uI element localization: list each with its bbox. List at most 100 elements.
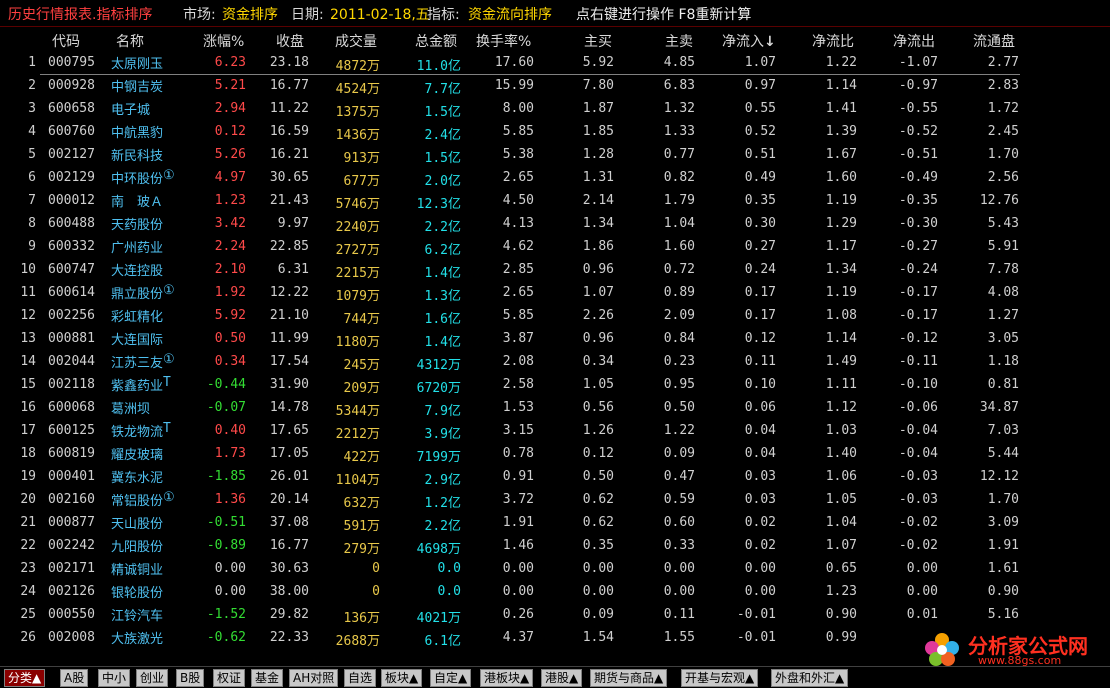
table-row[interactable]: 13 000881 大连国际 0.50 11.99 1180万 1.4亿 3.87 0.96 0.… [0, 328, 1110, 351]
table-row[interactable]: 1 000795 太原刚玉 6.23 23.18 4872万 11.0亿 17.60 5.92 4… [0, 52, 1110, 75]
tab-foreign-fx[interactable]: 外盘和外汇▲ [771, 669, 849, 687]
col-header-code[interactable]: 代码 [52, 31, 80, 51]
tab-b-shares[interactable]: B股 [176, 669, 205, 687]
stock-name: 江苏三友① [111, 352, 175, 371]
tab-sectors[interactable]: 板块▲ [381, 669, 423, 687]
tab-chinext[interactable]: 创业 [136, 669, 169, 687]
table-row[interactable]: 15 002118 紫鑫药业T -0.44 31.90 209万 6720万 2.58 1.05… [0, 374, 1110, 397]
table-row[interactable]: 9 600332 广州药业 2.24 22.85 2727万 6.2亿 4.62 1.86 1.6… [0, 236, 1110, 259]
stock-name-text: 银轮股份 [111, 586, 164, 601]
tab-hk-sectors[interactable]: 港板块▲ [480, 669, 534, 687]
stock-code: 002242 [48, 538, 95, 553]
sort-desc-icon: ↓ [764, 34, 776, 50]
col-header-net-inflow[interactable]: 净流入↓ [722, 31, 776, 51]
net-inflow-cell: 0.35 [744, 193, 776, 208]
col-header-close[interactable]: 收盘 [276, 31, 304, 51]
close-cell: 9.97 [277, 216, 309, 231]
table-row[interactable]: 25 000550 江铃汽车 -1.52 29.82 136万 4021万 0.26 0.09 0… [0, 604, 1110, 627]
col-header-net-outflow[interactable]: 净流出 [893, 31, 935, 51]
table-row[interactable]: 24 002126 银轮股份 0.00 38.00 0 0.0 0.00 0.00 0.00 0.0… [0, 581, 1110, 604]
float-cell: 12.12 [979, 469, 1019, 484]
table-row[interactable]: 6 002129 中环股份① 4.97 30.65 677万 2.0亿 2.65 1.31 0.8… [0, 167, 1110, 190]
main-buy-cell: 1.86 [582, 239, 614, 254]
close-cell: 17.54 [269, 354, 309, 369]
tab-futures[interactable]: 期货与商品▲ [590, 669, 668, 687]
stock-name-text: 太原刚玉 [111, 57, 164, 72]
table-row[interactable]: 5 002127 新民科技 5.26 16.21 913万 1.5亿 5.38 1.28 0.77… [0, 144, 1110, 167]
col-header-main-sell[interactable]: 主卖 [665, 31, 693, 51]
col-header-amount[interactable]: 总金额 [415, 31, 457, 51]
row-index: 18 [20, 446, 36, 461]
col-header-turnover[interactable]: 换手率% [476, 31, 531, 51]
tab-sme[interactable]: 中小 [98, 669, 131, 687]
table-row[interactable]: 12 002256 彩虹精化 5.92 21.10 744万 1.6亿 5.85 2.26 2.0… [0, 305, 1110, 328]
volume-cell-unit: 万 [366, 450, 380, 465]
net-inflow-cell: 0.97 [744, 78, 776, 93]
stock-name: 精诚铜业 [111, 559, 163, 578]
col-header-main-buy[interactable]: 主买 [584, 31, 612, 51]
table-row[interactable]: 18 600819 耀皮玻璃 1.73 17.05 422万 7199万 0.78 0.12 0.… [0, 443, 1110, 466]
float-cell: 1.70 [987, 147, 1019, 162]
turnover-cell: 5.85 [502, 308, 534, 323]
col-header-name[interactable]: 名称 [116, 31, 144, 51]
col-header-volume[interactable]: 成交量 [335, 31, 377, 51]
stock-code: 600125 [48, 423, 95, 438]
tab-category[interactable]: 分类▲ [4, 669, 46, 687]
table-row[interactable]: 3 600658 电子城 2.94 11.22 1375万 1.5亿 8.00 1.87 1.32… [0, 98, 1110, 121]
change-cell: 2.94 [214, 101, 246, 116]
volume-cell: 422万 [344, 446, 381, 465]
table-row[interactable]: 22 002242 九阳股份 -0.89 16.77 279万 4698万 1.46 0.35 0… [0, 535, 1110, 558]
close-cell: 22.33 [269, 630, 309, 645]
amount-cell-value: 7199 [416, 450, 448, 465]
stock-name-text: 电子城 [111, 103, 151, 118]
table-row[interactable]: 17 600125 铁龙物流T 0.40 17.65 2212万 3.9亿 3.15 1.26 1… [0, 420, 1110, 443]
turnover-cell: 8.00 [502, 101, 534, 116]
table-row[interactable]: 23 002171 精诚铜业 0.00 30.63 0 0.0 0.00 0.00 0.00 0.0… [0, 558, 1110, 581]
col-header-change[interactable]: 涨幅% [203, 31, 244, 51]
stock-code: 002118 [48, 377, 95, 392]
table-row[interactable]: 19 000401 冀东水泥 -1.85 26.01 1104万 2.9亿 0.91 0.50 0… [0, 466, 1110, 489]
row-index: 7 [28, 193, 36, 208]
stock-name: 耀皮玻璃 [111, 444, 163, 463]
main-buy-cell: 1.87 [582, 101, 614, 116]
tab-warrants[interactable]: 权证 [213, 669, 246, 687]
table-row[interactable]: 21 000877 天山股份 -0.51 37.08 591万 2.2亿 1.91 0.62 0.… [0, 512, 1110, 535]
float-cell: 2.77 [987, 55, 1019, 70]
main-buy-cell: 0.56 [582, 400, 614, 415]
volume-cell-value: 591 [343, 519, 367, 534]
net-inflow-cell: 0.55 [744, 101, 776, 116]
tab-watchlist[interactable]: 自选 [344, 669, 377, 687]
table-row[interactable]: 2 000928 中钢吉炭 5.21 16.77 4524万 7.7亿 15.99 7.80 6.… [0, 75, 1110, 98]
table-row[interactable]: 4 600760 中航黑豹 0.12 16.59 1436万 2.4亿 5.85 1.85 1.3… [0, 121, 1110, 144]
volume-cell-unit: 万 [366, 496, 380, 511]
stock-code: 002008 [48, 630, 95, 645]
row-index: 25 [20, 607, 36, 622]
net-ratio-cell: 1.60 [825, 170, 857, 185]
tab-funds[interactable]: 基金 [251, 669, 284, 687]
main-sell-cell: 1.33 [663, 124, 695, 139]
turnover-cell: 2.08 [502, 354, 534, 369]
main-buy-cell: 1.85 [582, 124, 614, 139]
stock-mark-icon: ① [163, 352, 175, 367]
col-header-float[interactable]: 流通盘 [973, 31, 1015, 51]
table-row[interactable]: 14 002044 江苏三友① 0.34 17.54 245万 4312万 2.08 0.34 0… [0, 351, 1110, 374]
table-row[interactable]: 20 002160 常铝股份① 1.36 20.14 632万 1.2亿 3.72 0.62 0.… [0, 489, 1110, 512]
col-header-net-ratio[interactable]: 净流比 [812, 31, 854, 51]
table-row[interactable]: 11 600614 鼎立股份① 1.92 12.22 1079万 1.3亿 2.65 1.07 0… [0, 282, 1110, 305]
tab-funds-macro[interactable]: 开基与宏观▲ [681, 669, 759, 687]
amount-cell-value: 2.9 [424, 473, 448, 488]
net-ratio-cell: 0.65 [825, 561, 857, 576]
change-cell: -1.85 [206, 469, 246, 484]
tab-a-shares[interactable]: A股 [60, 669, 89, 687]
tab-custom[interactable]: 自定▲ [430, 669, 472, 687]
tab-ah-compare[interactable]: AH对照 [289, 669, 339, 687]
table-row[interactable]: 16 600068 葛洲坝 -0.07 14.78 5344万 7.9亿 1.53 0.56 0.… [0, 397, 1110, 420]
tab-hk-stocks[interactable]: 港股▲ [541, 669, 583, 687]
net-ratio-cell: 1.19 [825, 193, 857, 208]
table-row[interactable]: 7 000012 南 玻Ａ 1.23 21.43 5746万 12.3亿 4.50 2.14 1.… [0, 190, 1110, 213]
net-ratio-cell: 1.19 [825, 285, 857, 300]
table-row[interactable]: 8 600488 天药股份 3.42 9.97 2240万 2.2亿 4.13 1.34 1.04… [0, 213, 1110, 236]
table-row[interactable]: 10 600747 大连控股 2.10 6.31 2215万 1.4亿 2.85 0.96 0.7… [0, 259, 1110, 282]
volume-cell: 591万 [344, 515, 381, 534]
net-ratio-cell: 1.14 [825, 78, 857, 93]
